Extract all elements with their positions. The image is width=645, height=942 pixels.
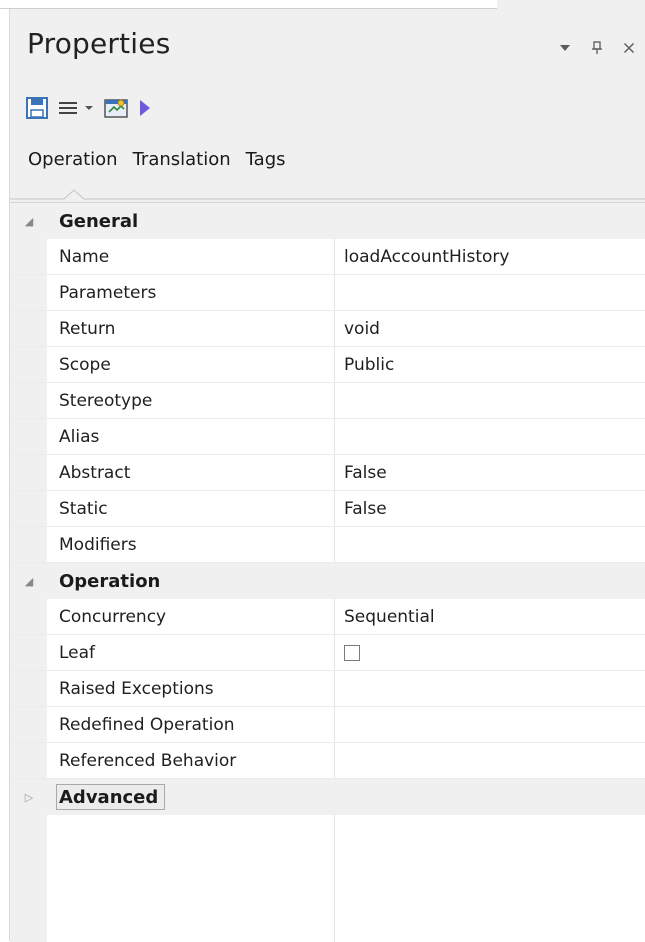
list-menu-button[interactable] [58,95,94,121]
property-grid: ◢ General Name loadAccountHistory Parame… [10,202,645,942]
chevron-down-icon [560,45,570,51]
property-row[interactable]: Referenced Behavior [10,743,645,779]
panel-title-bar: Properties [10,9,645,83]
property-name: Stereotype [59,390,153,411]
property-row[interactable]: Static False [10,491,645,527]
play-icon [140,100,150,116]
property-value[interactable]: False [344,499,387,519]
group-general[interactable]: ◢ General [10,203,645,239]
property-name: Redefined Operation [59,714,235,735]
property-name: Modifiers [59,534,137,555]
property-row[interactable]: Return void [10,311,645,347]
property-name: Abstract [59,462,131,483]
properties-dialog-button[interactable] [104,95,128,121]
tab-translation[interactable]: Translation [133,149,231,170]
list-menu-icon [59,102,77,114]
property-name: Scope [59,354,111,375]
collapse-triangle-icon[interactable]: ◢ [23,575,35,588]
chevron-down-icon [85,106,93,110]
property-row[interactable]: Alias [10,419,645,455]
panel-title: Properties [27,27,171,60]
property-row[interactable]: Concurrency Sequential [10,599,645,635]
panel-options-dropdown[interactable] [556,39,574,57]
group-label: Operation [59,570,161,592]
group-operation[interactable]: ◢ Operation [10,563,645,599]
properties-dialog-icon [104,99,128,118]
top-rule-gap [497,0,645,9]
pin-icon [592,41,602,54]
property-name: Referenced Behavior [59,750,237,771]
property-name: Return [59,318,116,339]
save-icon [26,97,48,119]
property-name: Concurrency [59,606,167,627]
top-rule [0,0,497,9]
panel-title-controls [556,39,638,57]
properties-panel: Properties Operation Translation Tags ◢ … [9,9,645,942]
property-value[interactable]: Public [344,355,394,375]
close-icon [624,43,634,53]
property-row[interactable]: Stereotype [10,383,645,419]
property-row[interactable]: Parameters [10,275,645,311]
property-row[interactable]: Redefined Operation [10,707,645,743]
save-button[interactable] [26,95,48,121]
property-name: Static [59,498,108,519]
tab-operation[interactable]: Operation [28,149,118,170]
property-row[interactable]: Abstract False [10,455,645,491]
property-value[interactable]: False [344,463,387,483]
run-button[interactable] [138,95,152,121]
pin-button[interactable] [588,39,606,57]
group-advanced[interactable]: ▷ Advanced [10,779,645,815]
leaf-checkbox[interactable] [344,644,360,661]
property-row[interactable]: Raised Exceptions [10,671,645,707]
panel-toolbar [26,93,152,123]
tab-strip: Operation Translation Tags [28,149,286,170]
property-name: Alias [59,426,100,447]
property-row[interactable]: Leaf [10,635,645,671]
group-label: Advanced [56,784,166,810]
property-row[interactable]: Name loadAccountHistory [10,239,645,275]
property-name: Name [59,246,110,267]
property-value[interactable]: loadAccountHistory [344,247,509,267]
property-value[interactable]: void [344,319,380,339]
property-name: Parameters [59,282,157,303]
property-name: Raised Exceptions [59,678,214,699]
property-value[interactable]: Sequential [344,607,435,627]
collapse-triangle-icon[interactable]: ◢ [23,215,35,228]
group-label: General [59,210,139,232]
property-name: Leaf [59,642,96,663]
tab-tags[interactable]: Tags [246,149,286,170]
property-row[interactable]: Modifiers [10,527,645,563]
close-button[interactable] [620,39,638,57]
tab-indicator [10,189,645,201]
property-row[interactable]: Scope Public [10,347,645,383]
expand-triangle-icon[interactable]: ▷ [23,791,35,804]
